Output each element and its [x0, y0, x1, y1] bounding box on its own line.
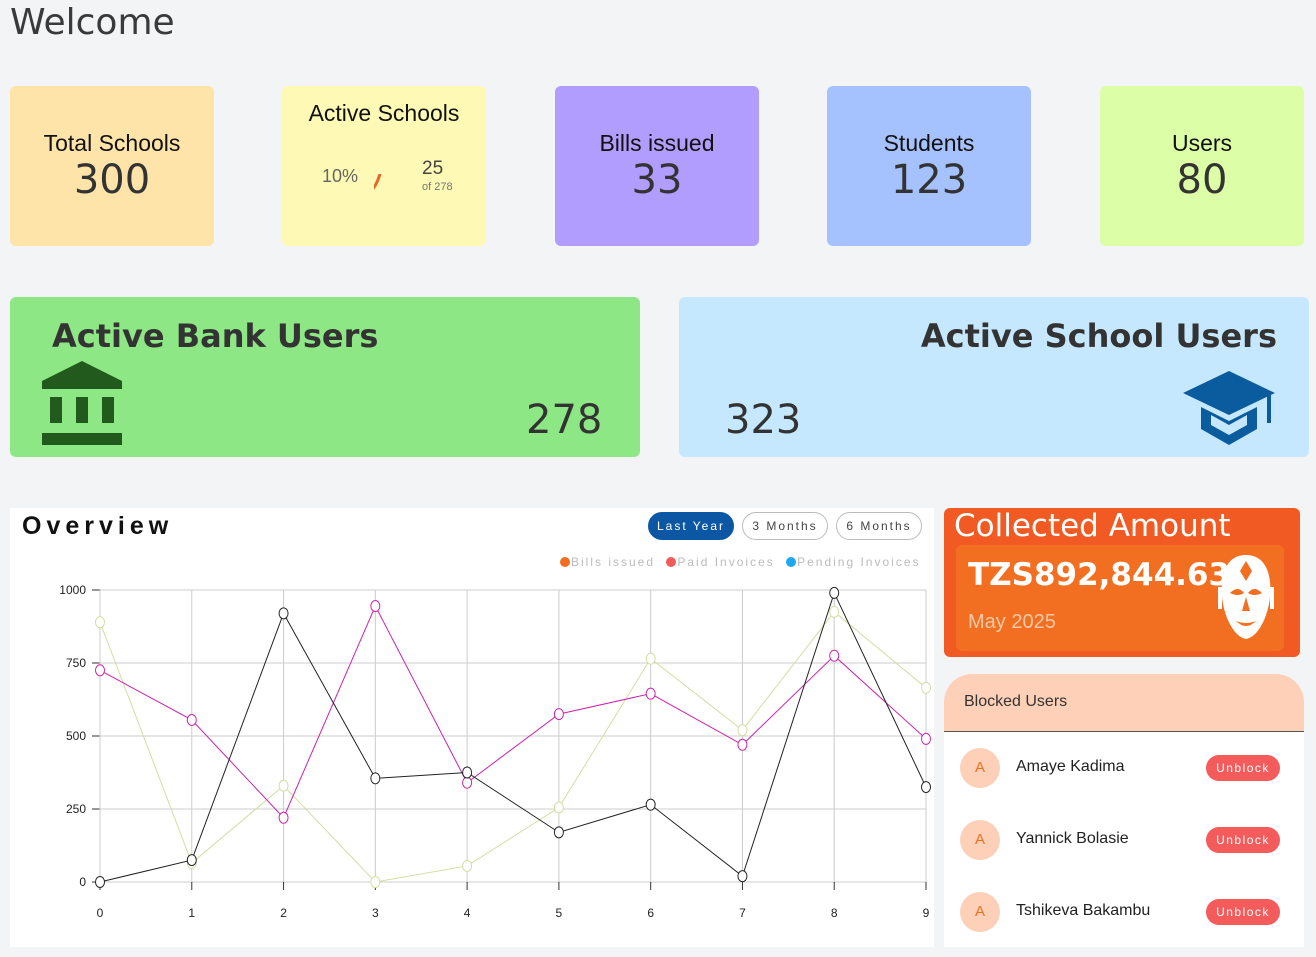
data-point: [95, 616, 105, 629]
y-tick-label: 0: [79, 875, 86, 889]
user-name: Yannick Bolasie: [1016, 830, 1129, 847]
y-tick-label: 1000: [59, 583, 86, 597]
mask-icon: [1218, 555, 1274, 639]
collected-amount-inner: TZS892,844.63 May 2025: [956, 545, 1284, 651]
series-line: [99, 604, 927, 819]
x-tick-label: 0: [97, 906, 104, 920]
blocked-users-panel: Blocked Users A Amaye Kadima Unblock A Y…: [944, 674, 1304, 947]
data-point: [921, 732, 931, 745]
active-school-users-card[interactable]: Active School Users 323: [679, 297, 1309, 457]
data-point: [278, 811, 289, 824]
unblock-button[interactable]: Unblock: [1206, 899, 1280, 925]
page-title: Welcome: [10, 2, 175, 43]
graduation-cap-icon: [1183, 371, 1275, 445]
user-name: Amaye Kadima: [1016, 758, 1125, 775]
bills-issued-card[interactable]: Bills issued 33: [555, 86, 759, 246]
x-tick-label: 8: [831, 906, 838, 920]
data-point: [921, 781, 931, 794]
avatar: A: [960, 820, 1000, 860]
data-point: [829, 586, 840, 599]
active-school-users-value: 323: [725, 397, 802, 443]
active-schools-label: Active Schools: [308, 100, 460, 126]
data-point: [370, 600, 381, 613]
data-point: [462, 766, 473, 779]
data-point: [95, 664, 105, 677]
y-tick-label: 250: [66, 802, 86, 816]
data-point: [95, 876, 105, 888]
x-tick-label: 5: [556, 906, 563, 920]
users-value: 80: [1176, 157, 1228, 203]
data-point: [829, 605, 840, 618]
overview-panel: Overview Last Year 3 Months 6 Months Bil…: [10, 508, 934, 947]
blocked-users-title: Blocked Users: [964, 693, 1068, 710]
y-tick-label: 500: [66, 729, 86, 743]
y-tick-label: 750: [66, 656, 86, 670]
data-point: [645, 798, 656, 811]
data-point: [737, 724, 748, 737]
blocked-user-row: A Yannick Bolasie Unblock: [944, 820, 1304, 880]
data-point: [553, 826, 564, 839]
avatar: A: [960, 748, 1000, 788]
data-point: [645, 652, 656, 665]
active-bank-users-title: Active Bank Users: [52, 317, 379, 355]
dashboard: Welcome Total Schools 300 Active Schools…: [0, 0, 1316, 957]
data-point: [278, 779, 289, 792]
bills-issued-value: 33: [631, 157, 683, 203]
data-point: [645, 687, 656, 700]
active-schools-count: 25: [422, 158, 444, 179]
data-point: [737, 870, 748, 883]
data-point: [462, 776, 473, 789]
students-label: Students: [883, 130, 975, 156]
students-card[interactable]: Students 123: [827, 86, 1031, 246]
bills-issued-label: Bills issued: [599, 130, 715, 156]
x-tick-label: 3: [372, 906, 379, 920]
x-tick-label: 1: [188, 906, 195, 920]
collected-amount-card: Collected Amount TZS892,844.63 May 2025: [944, 508, 1300, 657]
students-value: 123: [890, 157, 968, 203]
series-line: [99, 591, 927, 883]
users-card[interactable]: Users 80: [1100, 86, 1304, 246]
total-schools-label: Total Schools: [43, 130, 181, 156]
active-bank-users-value: 278: [526, 397, 603, 443]
data-point: [370, 772, 381, 785]
unblock-button[interactable]: Unblock: [1206, 827, 1280, 853]
data-point: [370, 876, 381, 888]
active-schools-card[interactable]: Active Schools 10% 25 of 278: [282, 86, 486, 246]
data-point: [921, 681, 931, 694]
data-point: [278, 607, 289, 620]
data-point: [186, 713, 197, 726]
active-school-users-title: Active School Users: [920, 317, 1277, 355]
data-point: [737, 738, 748, 751]
data-point: [829, 649, 840, 662]
collected-amount-value: TZS892,844.63: [968, 557, 1231, 593]
bank-icon: [42, 361, 122, 445]
active-schools-gauge: [374, 174, 382, 190]
x-tick-label: 6: [647, 906, 654, 920]
users-label: Users: [1171, 130, 1233, 156]
x-tick-label: 4: [464, 906, 471, 920]
collected-amount-title: Collected Amount: [954, 508, 1231, 544]
avatar: A: [960, 892, 1000, 932]
total-schools-value: 300: [73, 157, 151, 203]
series-line: [99, 611, 927, 883]
blocked-user-row: A Amaye Kadima Unblock: [944, 748, 1304, 808]
active-schools-total: of 278: [422, 181, 453, 193]
unblock-button[interactable]: Unblock: [1206, 755, 1280, 781]
blocked-user-row: A Tshikeva Bakambu Unblock: [944, 892, 1304, 947]
overview-line-chart: 0 250 500 750 1000 0 1 2 3 4 5 6 7 8 9: [59, 583, 931, 920]
data-point: [186, 854, 197, 867]
data-point: [553, 708, 564, 721]
data-point: [462, 859, 473, 872]
collected-amount-period: May 2025: [968, 611, 1056, 633]
x-tick-label: 9: [923, 906, 930, 920]
data-point: [553, 801, 564, 814]
x-tick-label: 7: [739, 906, 746, 920]
total-schools-card[interactable]: Total Schools 300: [10, 86, 214, 246]
user-name: Tshikeva Bakambu: [1016, 902, 1151, 919]
active-bank-users-card[interactable]: Active Bank Users 278: [10, 297, 640, 457]
active-schools-percent: 10%: [322, 166, 359, 186]
x-tick-label: 2: [280, 906, 287, 920]
